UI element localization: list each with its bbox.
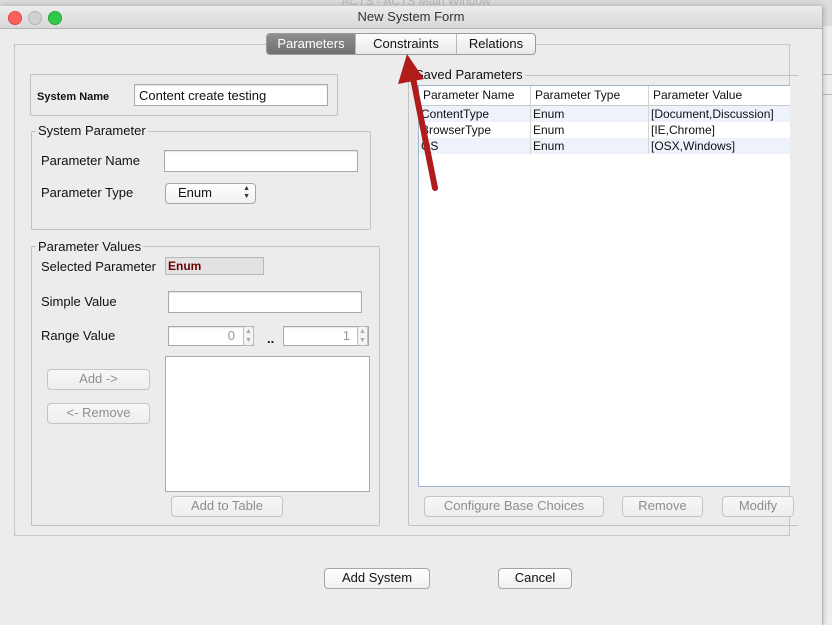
annotation-arrow-icon: [398, 54, 438, 191]
